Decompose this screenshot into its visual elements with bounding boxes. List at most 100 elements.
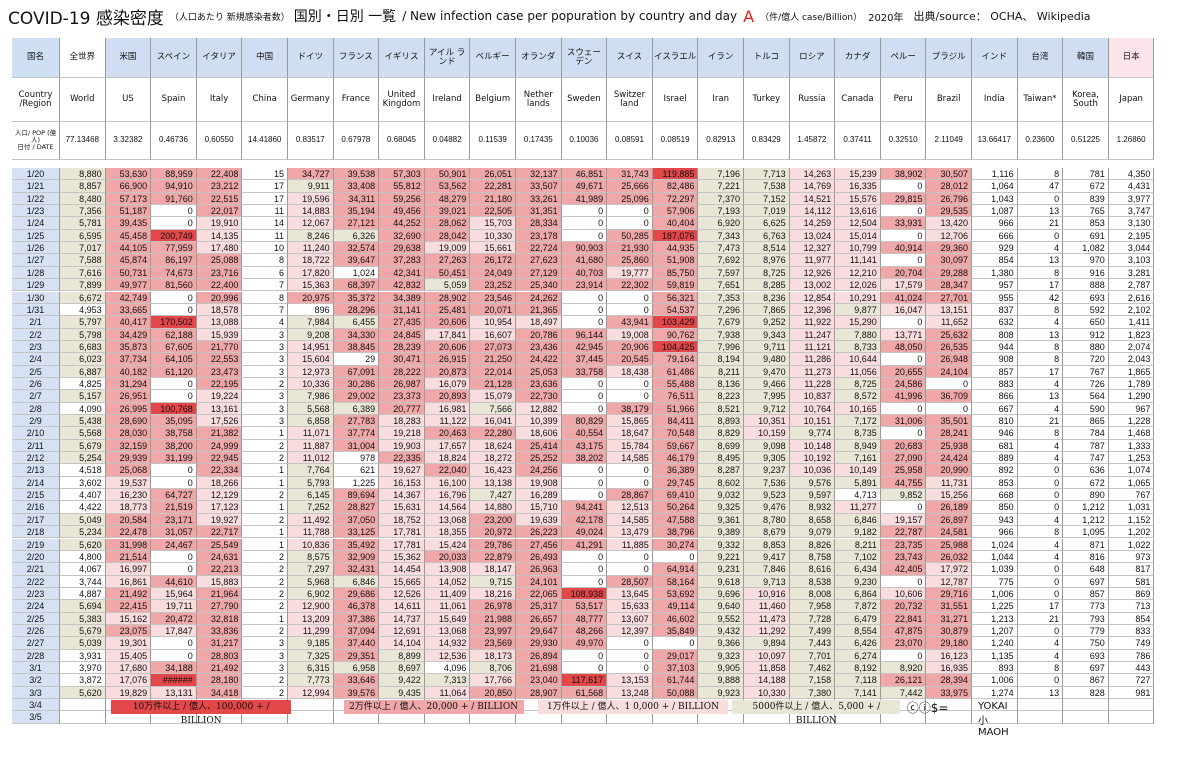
value-cell: 1,225 bbox=[972, 600, 1018, 613]
country-jp-21: 台湾 bbox=[1017, 38, 1064, 78]
value-cell: 8,572 bbox=[835, 390, 881, 403]
value-cell: 3,744 bbox=[60, 575, 106, 588]
value-cell: 15,939 bbox=[196, 328, 243, 341]
value-cell: 853 bbox=[972, 476, 1018, 490]
value-cell: 23,373 bbox=[379, 390, 425, 403]
value-cell: 11,788 bbox=[288, 526, 334, 539]
value-cell: 20,990 bbox=[926, 464, 972, 477]
value-cell: 47 bbox=[1017, 180, 1064, 193]
date-cell: 2/5 bbox=[12, 365, 60, 378]
value-cell: 94,910 bbox=[151, 180, 197, 193]
value-cell: 816 bbox=[1063, 550, 1109, 564]
value-cell: 7,017 bbox=[60, 242, 106, 255]
value-cell: 24,581 bbox=[926, 526, 972, 539]
value-cell: 1,228 bbox=[1108, 415, 1155, 428]
value-cell: 25,068 bbox=[105, 464, 152, 477]
date-cell: 2/24 bbox=[12, 600, 60, 613]
pop-15: 0.83429 bbox=[744, 122, 790, 160]
country-jp-5: ドイツ bbox=[288, 38, 334, 78]
value-cell: 32,690 bbox=[379, 229, 425, 243]
value-cell: 810 bbox=[972, 415, 1018, 428]
legend-item-1: 2万件以上 / 億人、20,000 + / BILLION bbox=[343, 700, 524, 715]
value-cell: 28,867 bbox=[607, 489, 653, 502]
value-cell: 3 bbox=[242, 402, 288, 415]
value-cell: 40,703 bbox=[561, 266, 608, 280]
value-cell: 42,405 bbox=[880, 563, 927, 576]
value-cell: 20,606 bbox=[424, 316, 471, 329]
value-cell: 25,053 bbox=[516, 365, 562, 378]
value-cell: 22,724 bbox=[516, 242, 562, 255]
value-cell: 7,588 bbox=[60, 254, 106, 267]
value-cell: 693 bbox=[1063, 291, 1109, 304]
value-cell: 31,141 bbox=[379, 303, 425, 317]
value-cell: 16,041 bbox=[470, 415, 516, 428]
value-cell: 833 bbox=[1108, 624, 1155, 638]
value-cell: 104,425 bbox=[652, 340, 699, 354]
value-cell: 11,056 bbox=[835, 365, 881, 378]
country-en-6: France bbox=[333, 78, 380, 122]
value-cell: 19,301 bbox=[105, 637, 152, 650]
value-cell: 6,958 bbox=[333, 662, 380, 675]
value-cell: 15,079 bbox=[470, 390, 516, 403]
value-cell: 15,405 bbox=[105, 649, 152, 662]
value-cell: 11,473 bbox=[744, 612, 790, 625]
value-cell: 19,009 bbox=[424, 242, 471, 255]
value-cell: 8 bbox=[1017, 662, 1064, 675]
value-cell: 7,443 bbox=[789, 637, 836, 650]
value-cell: 18,624 bbox=[470, 439, 516, 453]
value-cell: 33,408 bbox=[333, 180, 380, 193]
date-cell: 1/22 bbox=[12, 192, 60, 206]
value-cell: 0 bbox=[561, 563, 608, 576]
value-cell: 21 bbox=[1017, 612, 1064, 625]
value-cell: 27,790 bbox=[196, 600, 243, 613]
value-cell: 8,538 bbox=[789, 575, 836, 588]
value-cell: 11,977 bbox=[789, 254, 836, 267]
value-cell: 26,948 bbox=[926, 353, 972, 366]
value-cell: 1,006 bbox=[972, 674, 1018, 687]
value-cell: 31,057 bbox=[151, 526, 197, 539]
value-cell: 200,749 bbox=[151, 229, 197, 243]
value-cell: 27,263 bbox=[424, 254, 471, 267]
pop-label: 人口/ POP (億人) bbox=[14, 129, 57, 145]
value-cell: 34,429 bbox=[105, 328, 152, 341]
value-cell: 0 bbox=[151, 390, 197, 403]
value-cell: 0 bbox=[561, 402, 608, 415]
value-cell: 25,988 bbox=[926, 538, 972, 551]
value-cell: 31,006 bbox=[880, 415, 927, 428]
value-cell: 21,128 bbox=[470, 377, 516, 391]
value-cell: 773 bbox=[1063, 600, 1109, 613]
value-cell: 854 bbox=[972, 254, 1018, 267]
value-cell: 16,047 bbox=[880, 303, 927, 317]
value-cell: 26,796 bbox=[926, 192, 972, 206]
value-cell: 13,002 bbox=[789, 279, 836, 292]
date-cell: 2/16 bbox=[12, 501, 60, 514]
value-cell: 108,938 bbox=[561, 587, 608, 601]
value-cell: 16,935 bbox=[926, 662, 972, 675]
value-cell: 10,916 bbox=[744, 587, 790, 601]
value-cell: 53,517 bbox=[561, 600, 608, 613]
value-cell: 9,185 bbox=[288, 637, 334, 650]
value-cell: 32,818 bbox=[196, 612, 243, 625]
value-cell: 15,661 bbox=[470, 242, 516, 255]
value-cell: 0 bbox=[1017, 489, 1064, 502]
value-cell: 29,686 bbox=[333, 587, 380, 601]
value-cell: 672 bbox=[1063, 476, 1109, 490]
value-cell: 7,196 bbox=[698, 168, 744, 181]
value-cell: 14,585 bbox=[607, 513, 653, 527]
value-cell: 7,325 bbox=[288, 649, 334, 662]
value-cell: 37,103 bbox=[652, 662, 699, 675]
value-cell: 59,667 bbox=[652, 439, 699, 453]
value-cell: 61,568 bbox=[561, 686, 608, 700]
value-cell: 39,647 bbox=[333, 254, 380, 267]
value-cell: 47,875 bbox=[880, 624, 927, 638]
value-cell: 13 bbox=[1017, 328, 1064, 341]
value-cell: 1,024 bbox=[972, 538, 1018, 551]
value-cell: 45,458 bbox=[105, 229, 152, 243]
value-cell: 747 bbox=[1063, 452, 1109, 465]
value-cell: 6,426 bbox=[835, 637, 881, 650]
value-cell: 46,602 bbox=[652, 612, 699, 625]
value-cell: 43,941 bbox=[607, 316, 653, 329]
value-cell: 5,039 bbox=[60, 637, 106, 650]
value-cell: 5,679 bbox=[60, 624, 106, 638]
value-cell: 34,311 bbox=[333, 192, 380, 206]
